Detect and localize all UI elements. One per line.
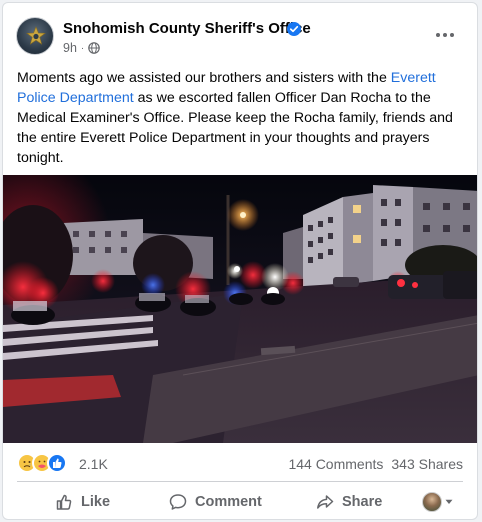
comment-button[interactable]: Comment — [169, 488, 262, 516]
thumbs-up-icon — [56, 494, 72, 510]
share-label: Share — [342, 494, 383, 510]
post-photo[interactable] — [3, 175, 477, 443]
like-label: Like — [81, 494, 111, 510]
globe-icon[interactable] — [88, 42, 101, 54]
night-police-escort-photo — [3, 175, 477, 443]
verified-badge-icon — [287, 22, 301, 36]
post-meta: 9h · — [63, 41, 101, 55]
more-options-button[interactable] — [427, 25, 463, 45]
engagement-counts: 144 Comments 343 Shares — [288, 456, 463, 472]
comment-label: Comment — [195, 494, 262, 510]
sheriff-star-icon — [26, 26, 46, 45]
post-body: Moments ago we assisted our brothers and… — [17, 68, 465, 168]
reaction-count[interactable]: 2.1K — [79, 456, 108, 472]
share-button[interactable]: Share — [316, 488, 382, 516]
user-avatar — [422, 492, 442, 512]
chevron-down-icon — [445, 499, 453, 504]
share-arrow-icon — [317, 495, 334, 509]
more-dot-icon — [443, 33, 447, 37]
more-dot-icon — [450, 33, 454, 37]
more-dot-icon — [436, 33, 440, 37]
like-button[interactable]: Like — [55, 488, 110, 516]
action-bar: Like Comment Share — [3, 484, 477, 519]
comment-icon — [169, 494, 187, 510]
post-header: Snohomish County Sheriff's Office 9h · — [3, 3, 477, 65]
like-reaction-icon — [47, 453, 67, 473]
reaction-icons[interactable] — [17, 453, 67, 473]
page-avatar[interactable] — [16, 17, 54, 55]
reaction-as-selector[interactable] — [422, 492, 453, 512]
comments-count[interactable]: 144 Comments — [288, 456, 383, 472]
reactions-bar: 2.1K 144 Comments 343 Shares — [3, 447, 477, 479]
shares-count[interactable]: 343 Shares — [391, 456, 463, 472]
meta-separator: · — [80, 42, 85, 54]
page-name[interactable]: Snohomish County Sheriff's Office — [63, 20, 311, 37]
post-text-start: Moments ago we assisted our brothers and… — [17, 70, 391, 86]
post-time[interactable]: 9h — [63, 41, 77, 55]
divider — [17, 481, 463, 482]
post-card: Snohomish County Sheriff's Office 9h · M… — [2, 2, 478, 520]
